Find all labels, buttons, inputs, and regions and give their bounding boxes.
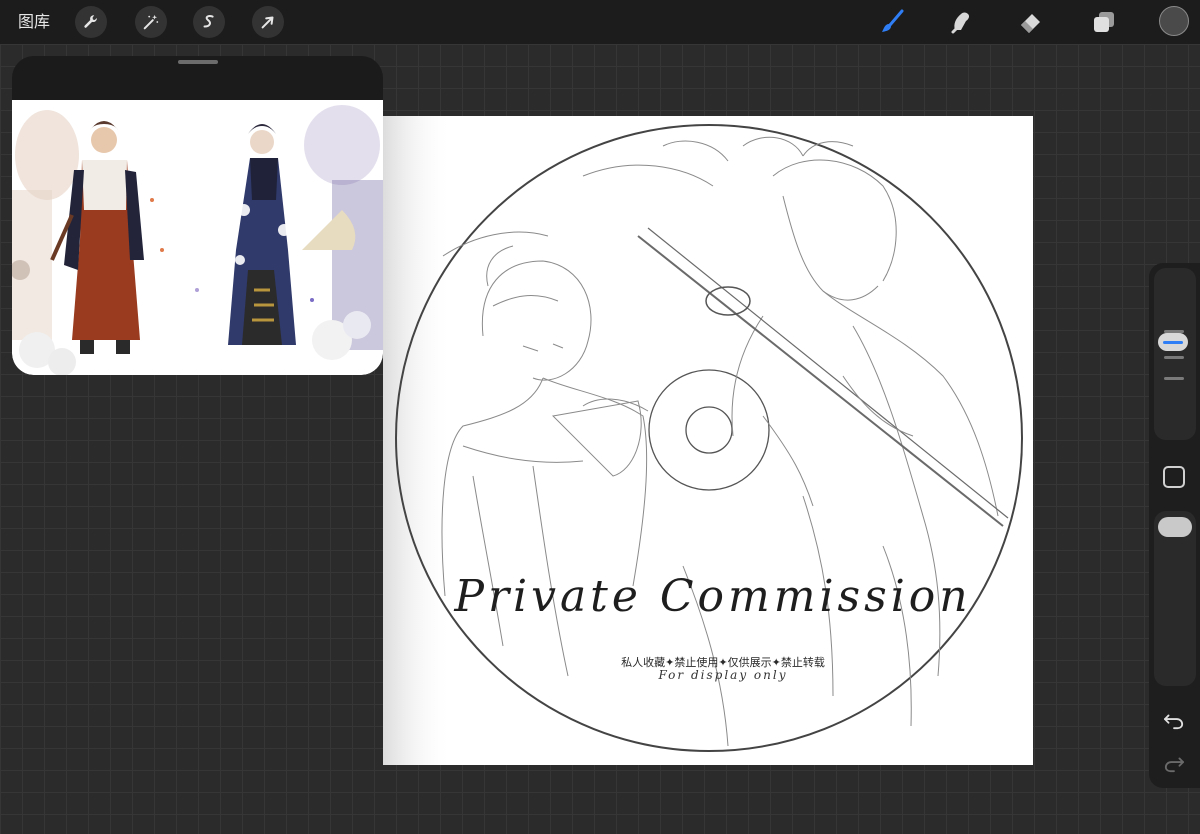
reference-window[interactable] <box>12 56 383 375</box>
layers-icon <box>1094 12 1114 32</box>
opacity-slider[interactable] <box>1154 511 1196 686</box>
arrow-cursor-icon <box>261 16 274 29</box>
smudge-button[interactable] <box>945 6 977 38</box>
wrench-icon <box>84 15 97 28</box>
brush-size-slider[interactable] <box>1154 268 1196 440</box>
smudge-icon <box>951 12 970 34</box>
brush-size-thumb[interactable] <box>1158 333 1188 351</box>
redo-icon <box>1164 757 1184 773</box>
size-tick-mark <box>1164 356 1184 359</box>
selection-button[interactable] <box>193 6 225 38</box>
adjustments-button[interactable] <box>135 6 167 38</box>
right-sidebar <box>1149 263 1200 788</box>
brush-button[interactable] <box>876 6 908 38</box>
layers-button[interactable] <box>1088 6 1120 38</box>
redo-button[interactable] <box>1161 751 1187 775</box>
canvas-title-text: Private Commission <box>454 571 972 622</box>
size-tick-mark <box>1164 377 1184 380</box>
top-toolbar: 图库 <box>0 0 1200 44</box>
eraser-icon <box>1021 14 1040 33</box>
size-thumb-line <box>1163 340 1183 344</box>
transform-button[interactable] <box>252 6 284 38</box>
undo-button[interactable] <box>1161 708 1187 732</box>
drawing-canvas[interactable]: Private Commission 私人收藏✦禁止使用✦仅供展示✦禁止转载 F… <box>383 116 1033 765</box>
reference-drag-handle[interactable] <box>178 60 218 64</box>
color-picker-button[interactable] <box>1159 6 1189 36</box>
reference-image <box>12 100 383 375</box>
gallery-button[interactable]: 图库 <box>18 11 50 33</box>
modify-button[interactable] <box>1163 466 1185 488</box>
selection-s-icon <box>203 15 214 28</box>
reference-artwork-illustration <box>12 100 383 375</box>
eraser-button[interactable] <box>1015 6 1047 38</box>
brush-icon <box>882 9 904 32</box>
magic-wand-icon <box>143 14 159 30</box>
opacity-thumb[interactable] <box>1158 517 1192 537</box>
undo-icon <box>1163 714 1184 730</box>
actions-button[interactable] <box>75 6 107 38</box>
canvas-subtitle-text: For display only <box>658 668 788 682</box>
